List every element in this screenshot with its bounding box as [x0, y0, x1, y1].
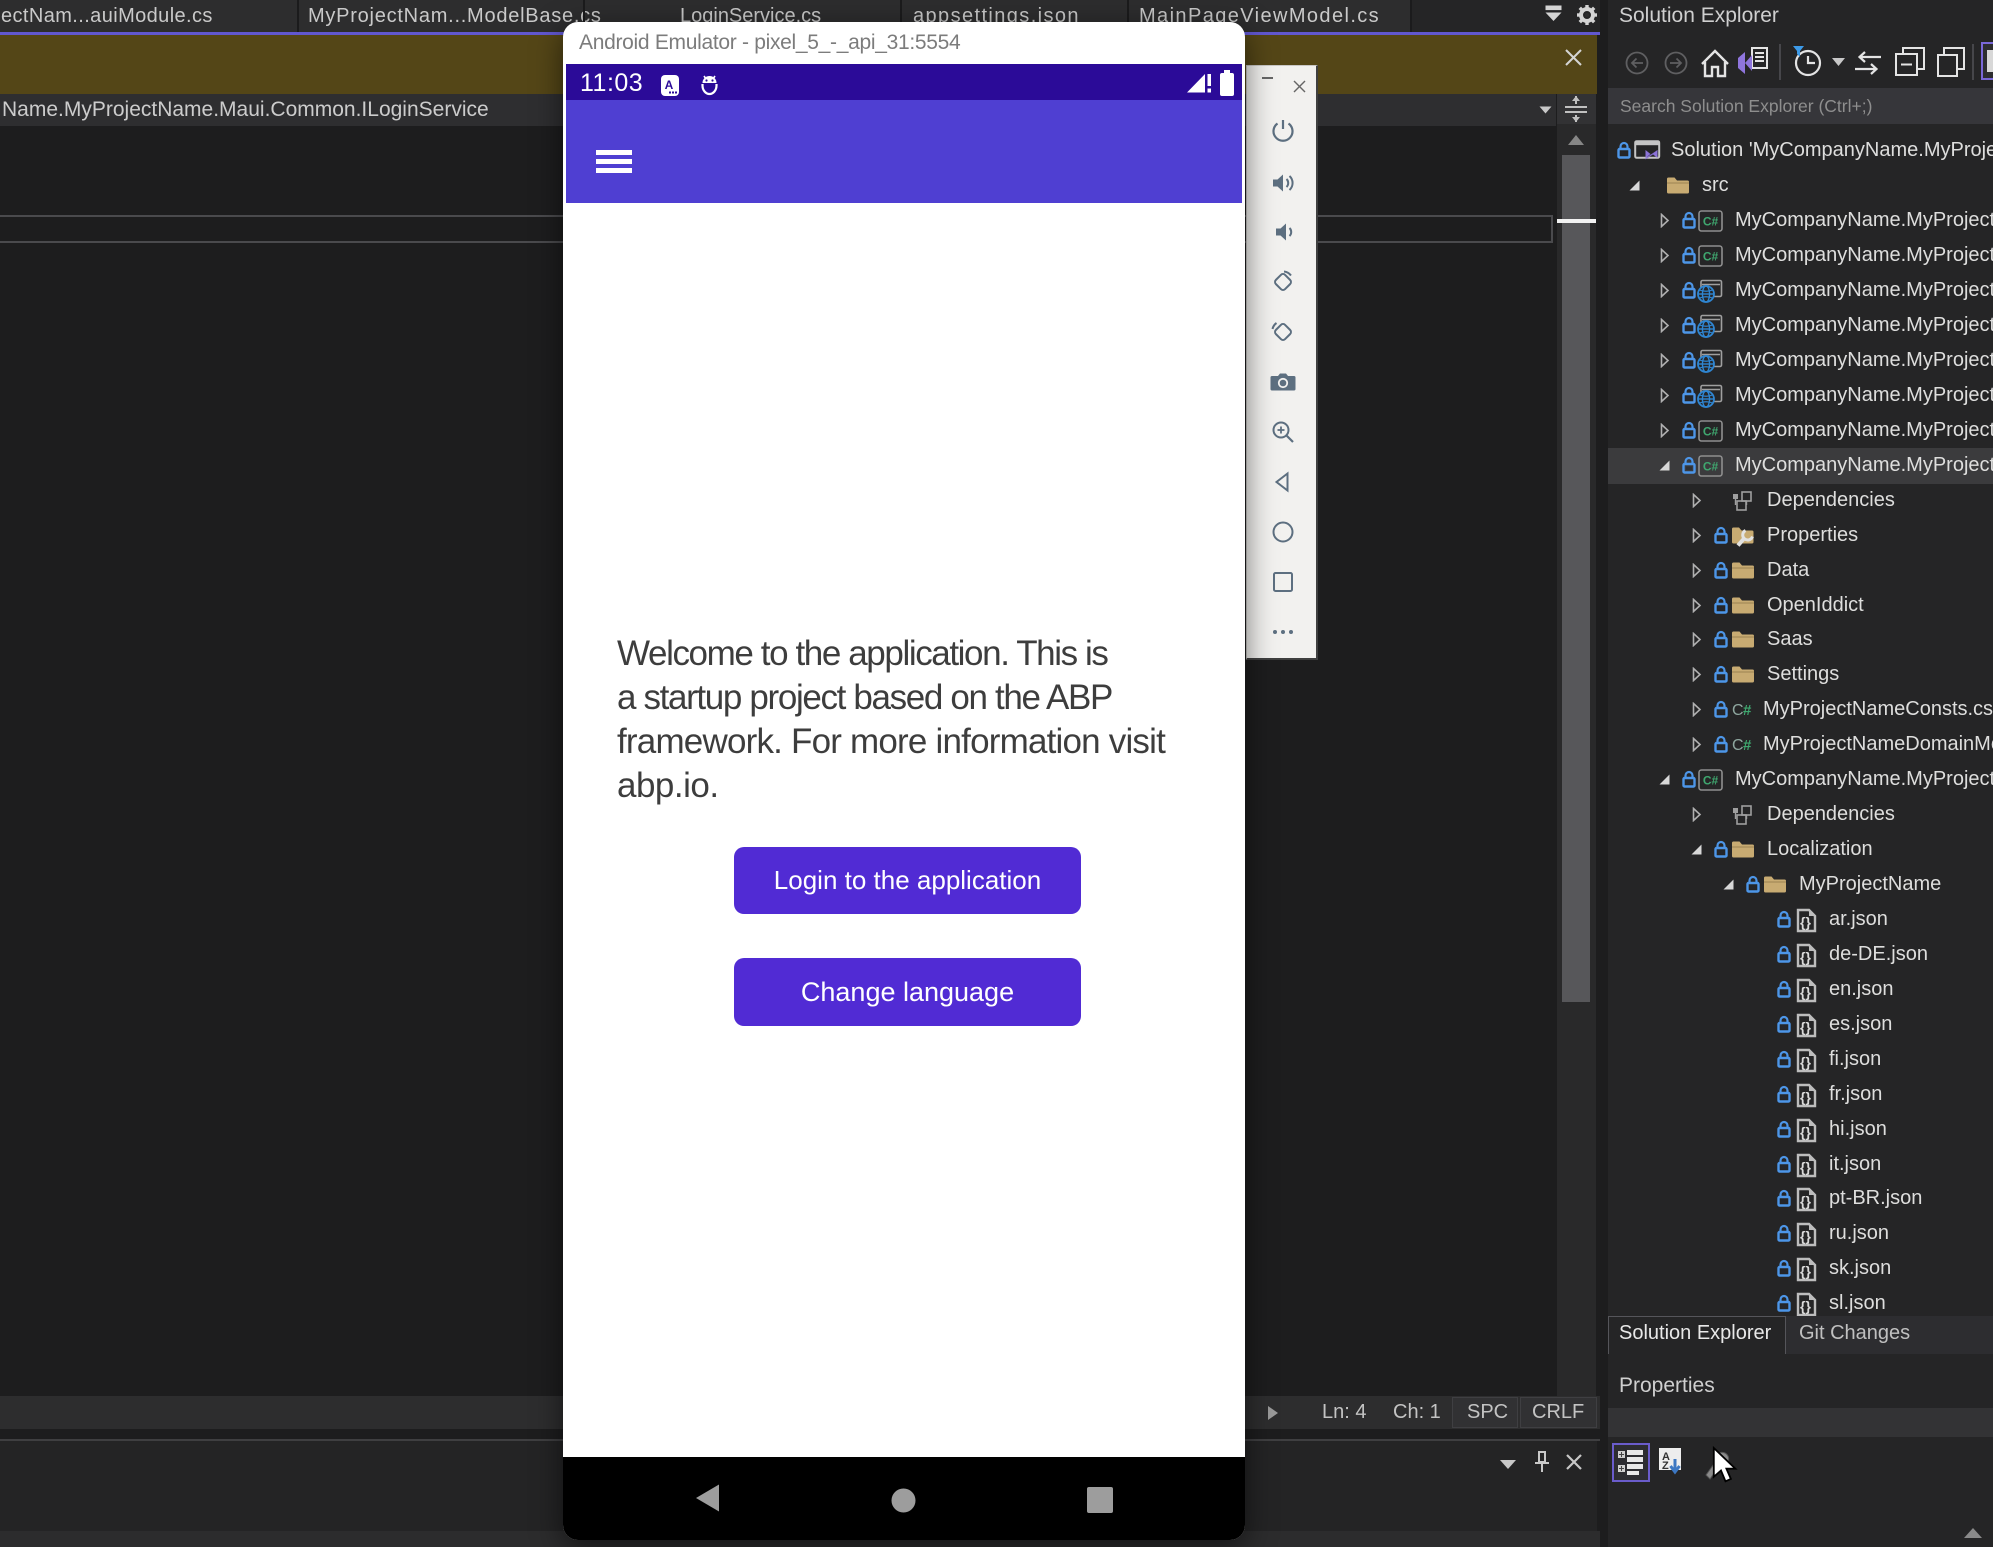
svg-text:C#: C#: [1703, 425, 1719, 439]
svg-text:{}: {}: [1800, 984, 1811, 1000]
svg-text:{}: {}: [1800, 1228, 1811, 1244]
svg-text:C#: C#: [1703, 774, 1719, 788]
svg-text:Z: Z: [1662, 1460, 1669, 1472]
svg-text:{}: {}: [1800, 1263, 1811, 1279]
svg-text:#: #: [1743, 702, 1752, 718]
svg-text:C#: C#: [1703, 250, 1719, 264]
svg-text:{}: {}: [1800, 1298, 1811, 1314]
svg-text:{}: {}: [1800, 1159, 1811, 1175]
svg-text:C: C: [1732, 702, 1744, 718]
svg-text:C: C: [1732, 737, 1744, 753]
svg-text:A: A: [665, 78, 674, 92]
svg-text:{}: {}: [1800, 1089, 1811, 1105]
svg-text:{}: {}: [1800, 1193, 1811, 1209]
svg-text:#: #: [1743, 737, 1752, 753]
svg-text:{}: {}: [1800, 1019, 1811, 1035]
svg-text:{}: {}: [1800, 1124, 1811, 1140]
svg-text:{}: {}: [1800, 949, 1811, 965]
svg-text:{}: {}: [1800, 914, 1811, 930]
svg-text:C#: C#: [1703, 460, 1719, 474]
svg-text:C#: C#: [1703, 215, 1719, 229]
svg-text:{}: {}: [1800, 1054, 1811, 1070]
